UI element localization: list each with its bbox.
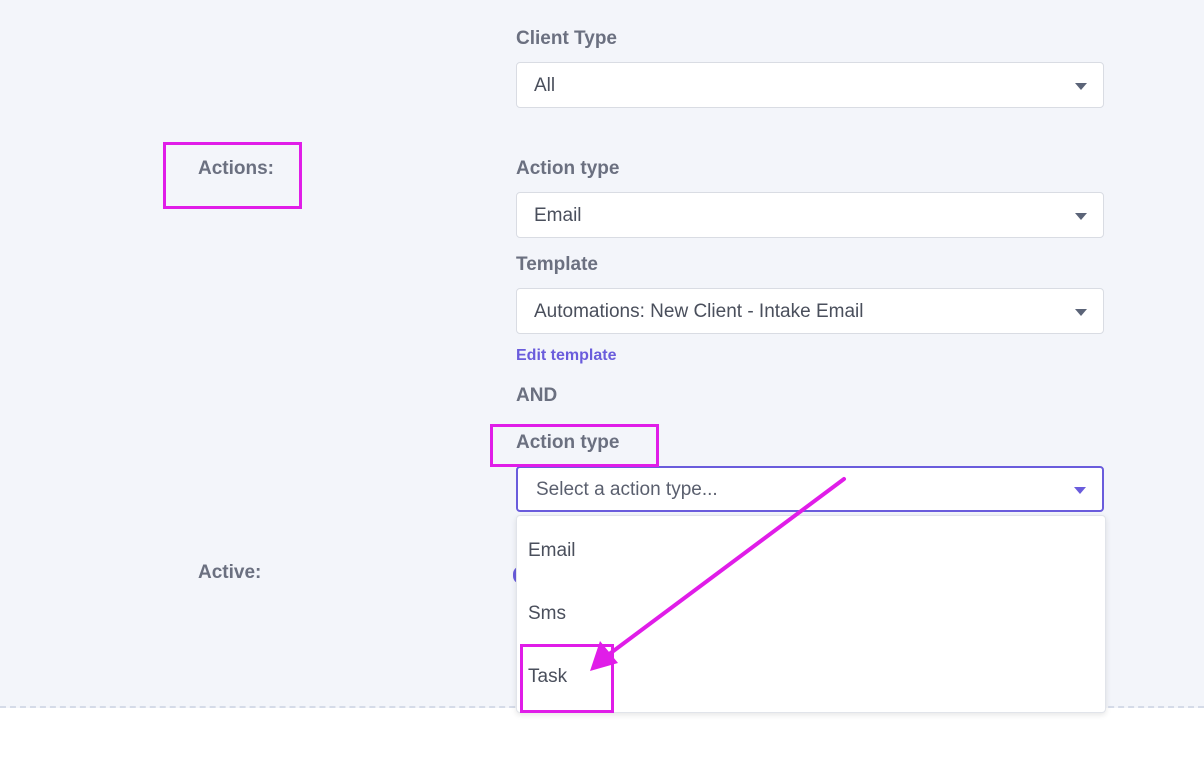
annotation-arrow [590, 477, 846, 671]
